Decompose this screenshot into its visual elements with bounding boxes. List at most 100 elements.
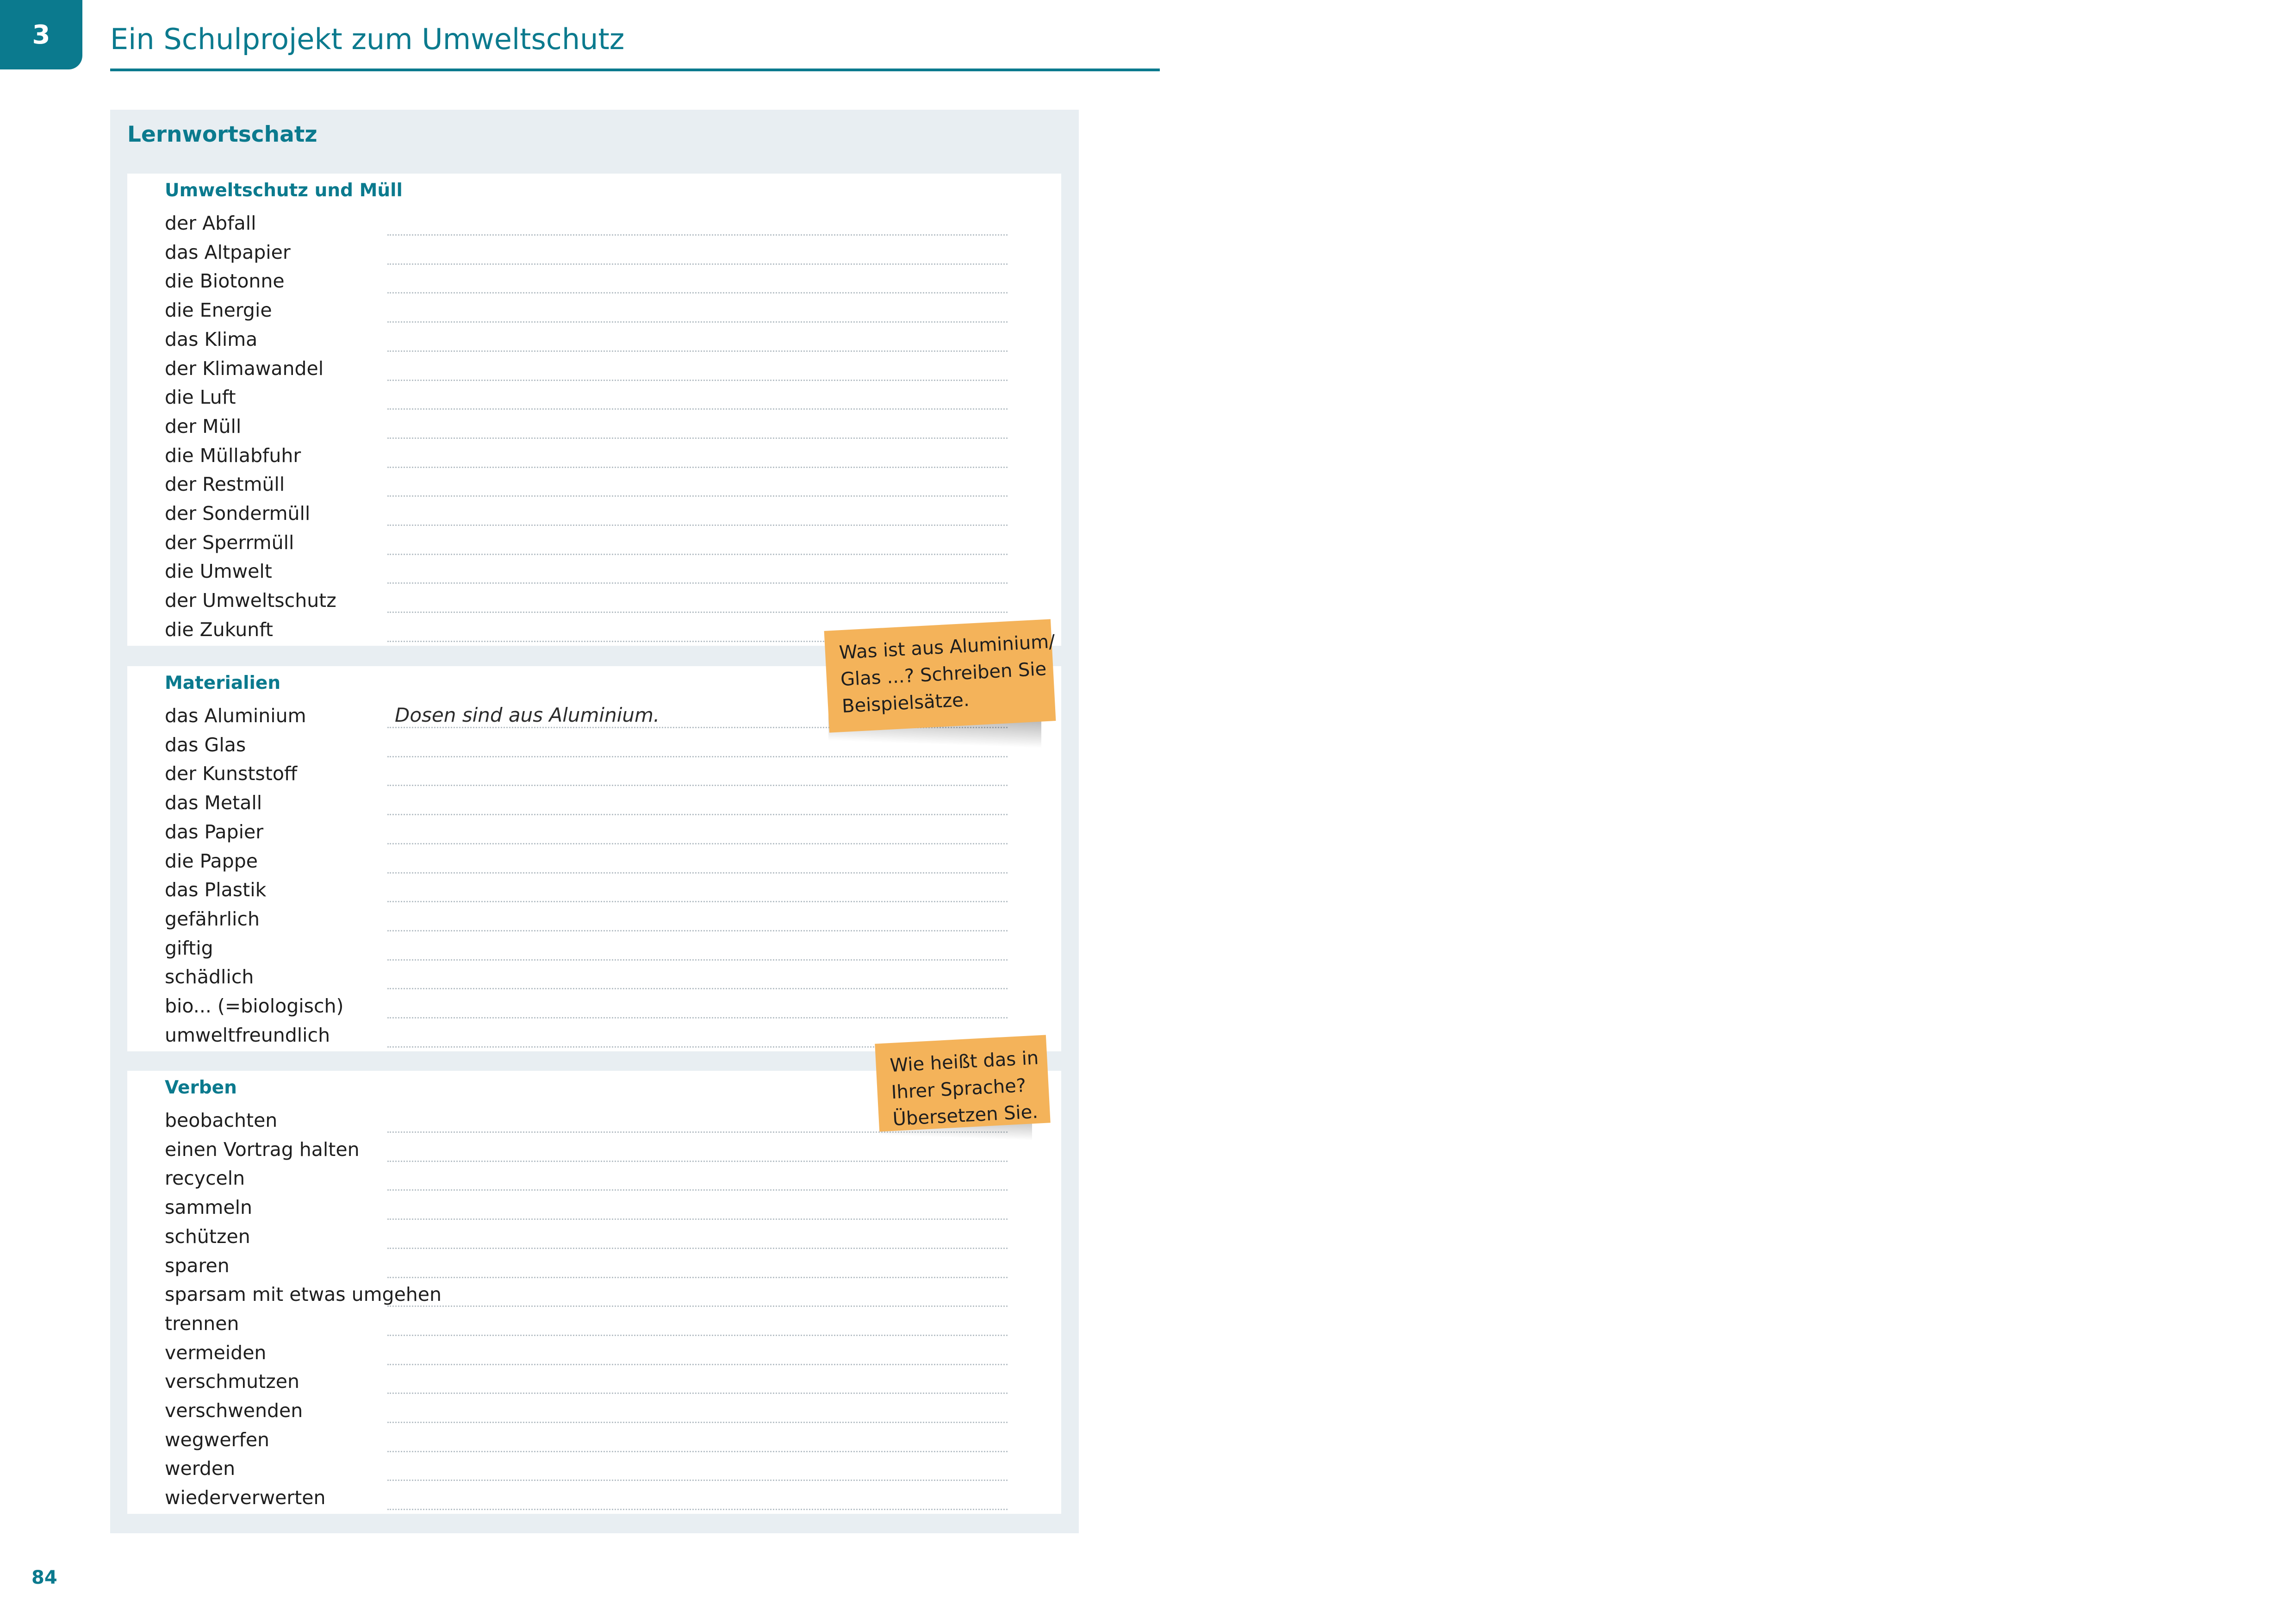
answer-line[interactable] [387, 872, 1008, 874]
answer-line[interactable] [387, 1334, 1008, 1336]
answer-line[interactable] [387, 785, 1008, 787]
answer-line[interactable] [387, 1509, 1008, 1511]
section-heading: Materialien [165, 673, 281, 693]
answer-line[interactable] [387, 814, 1008, 816]
vocab-row: die Umwelt [127, 557, 1061, 587]
answer-line[interactable] [387, 437, 1008, 439]
answer-line[interactable] [387, 1017, 1008, 1018]
vocab-term: das Glas [165, 733, 246, 756]
vocab-row: recyceln [127, 1164, 1061, 1193]
vocab-term: das Papier [165, 820, 264, 843]
vocab-term: einen Vortrag halten [165, 1138, 360, 1161]
answer-line[interactable] [387, 959, 1008, 961]
vocab-term: beobachten [165, 1109, 278, 1131]
answer-line[interactable] [387, 756, 1008, 757]
vocab-term: werden [165, 1457, 236, 1480]
answer-line[interactable] [387, 1276, 1008, 1278]
answer-line[interactable] [387, 1305, 1008, 1307]
vocab-row: sparen [127, 1252, 1061, 1281]
answer-line[interactable] [387, 1450, 1008, 1452]
answer-line[interactable] [387, 321, 1008, 323]
page-number: 84 [31, 1567, 57, 1588]
vocab-row: das Plastik [127, 876, 1061, 905]
vocab-row: der Müll [127, 412, 1061, 442]
vocab-row: die Biotonne [127, 267, 1061, 296]
vocab-term: die Biotonne [165, 270, 285, 293]
vocab-row: gefährlich [127, 905, 1061, 934]
vocab-term: der Kunststoff [165, 762, 298, 785]
answer-line[interactable] [387, 466, 1008, 468]
vocab-row: das Papier [127, 818, 1061, 847]
answer-line[interactable] [387, 1218, 1008, 1220]
answer-line[interactable] [387, 553, 1008, 555]
vocab-row: der Abfall [127, 209, 1061, 238]
vocab-row: das Metall [127, 789, 1061, 818]
vocab-row: der Kunststoff [127, 760, 1061, 789]
handwritten-answer: Dosen sind aus Aluminium. [395, 704, 660, 726]
answer-line[interactable] [387, 525, 1008, 526]
vocab-row: die Luft [127, 383, 1061, 412]
vocab-term: wegwerfen [165, 1428, 270, 1451]
vocab-row: giftig [127, 934, 1061, 963]
answer-line[interactable] [387, 1393, 1008, 1394]
answer-line[interactable] [387, 350, 1008, 352]
answer-line[interactable] [387, 379, 1008, 381]
vocab-term: der Abfall [165, 212, 256, 234]
answer-line[interactable] [387, 1247, 1008, 1249]
answer-line[interactable] [387, 930, 1008, 931]
answer-line[interactable] [387, 1480, 1008, 1481]
answer-line[interactable] [387, 1189, 1008, 1191]
vocab-row: vermeiden [127, 1339, 1061, 1368]
vocab-term: der Umweltschutz [165, 589, 336, 612]
vocab-term: schützen [165, 1225, 250, 1248]
answer-line[interactable] [387, 292, 1008, 294]
vocab-term: sparsam mit etwas umgehen [165, 1283, 442, 1306]
vocab-row: die Energie [127, 296, 1061, 325]
vocab-term: schädlich [165, 966, 254, 988]
answer-line[interactable] [387, 408, 1008, 410]
sticky-note-example-sentences: Was ist aus Aluminium/ Glas ...? Schreib… [824, 619, 1056, 733]
vocab-row: verschwenden [127, 1397, 1061, 1426]
vocab-section-verben: Verben beobachten einen Vortrag halten rec… [127, 1071, 1061, 1514]
answer-line[interactable] [387, 582, 1008, 584]
section-heading: Umweltschutz und Müll [165, 180, 403, 201]
vocab-section-umweltschutz: Umweltschutz und Müll der Abfall das Altp… [127, 174, 1061, 646]
title-divider [110, 69, 1160, 71]
answer-line[interactable] [387, 1422, 1008, 1423]
vocab-term: der Restmüll [165, 473, 285, 496]
answer-line[interactable] [387, 988, 1008, 990]
answer-line[interactable] [387, 612, 1008, 613]
vocab-term: das Plastik [165, 879, 267, 901]
vocab-row: schädlich [127, 963, 1061, 992]
vocab-term: gefährlich [165, 907, 260, 930]
answer-line[interactable] [387, 1363, 1008, 1365]
section-heading: Verben [165, 1077, 237, 1098]
answer-line[interactable] [387, 1160, 1008, 1162]
vocab-row: wegwerfen [127, 1426, 1061, 1455]
vocab-row: das Klima [127, 325, 1061, 355]
vocab-row: der Klimawandel [127, 355, 1061, 384]
vocab-term: der Sondermüll [165, 502, 311, 525]
vocab-term: die Luft [165, 386, 236, 409]
vocab-term: die Pappe [165, 849, 258, 872]
answer-line[interactable] [387, 901, 1008, 903]
vocab-term: das Metall [165, 792, 262, 814]
vocab-term: wiederverwerten [165, 1487, 326, 1509]
vocab-row: das Altpapier [127, 238, 1061, 268]
sticky-note-translate: Wie heißt das in Ihrer Sprache? Übersetz… [875, 1035, 1051, 1132]
vocab-row: die Pappe [127, 847, 1061, 876]
vocab-row: bio... (=biologisch) [127, 992, 1061, 1021]
chapter-number-badge: 3 [0, 0, 82, 69]
vocab-term: verschwenden [165, 1399, 303, 1422]
answer-line[interactable] [387, 495, 1008, 497]
answer-line[interactable] [387, 234, 1008, 236]
vocab-row: die Müllabfuhr [127, 442, 1061, 471]
answer-line[interactable] [387, 263, 1008, 265]
chapter-title: Ein Schulprojekt zum Umweltschutz [110, 22, 625, 56]
vocab-term: trennen [165, 1312, 239, 1335]
vocab-term: die Zukunft [165, 618, 273, 641]
answer-line[interactable] [387, 843, 1008, 844]
vocab-row: sammeln [127, 1193, 1061, 1223]
vocab-term: der Müll [165, 415, 242, 437]
vocab-row: sparsam mit etwas umgehen [127, 1280, 1061, 1310]
